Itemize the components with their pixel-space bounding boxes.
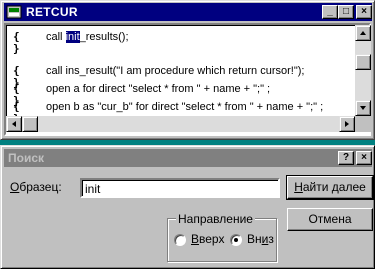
scrollbar-corner bbox=[355, 116, 371, 132]
editor-window: RETCUR _ □ × { } call init_results(); { … bbox=[0, 0, 375, 140]
minimize-icon: _ bbox=[327, 6, 333, 17]
dialog-title: Поиск bbox=[8, 151, 45, 165]
pattern-input[interactable]: init bbox=[80, 178, 280, 198]
help-button[interactable]: ? bbox=[338, 151, 354, 165]
maximize-icon: □ bbox=[342, 6, 350, 17]
scroll-down-button[interactable] bbox=[355, 100, 371, 116]
direction-up-option[interactable]: Вверх bbox=[174, 232, 230, 248]
editor-title: RETCUR bbox=[26, 5, 78, 19]
radio-down[interactable] bbox=[230, 234, 242, 246]
code-editor[interactable]: { } call init_results(); { } call ins_re… bbox=[4, 23, 371, 136]
app-icon bbox=[6, 5, 22, 19]
search-match-highlight: init bbox=[65, 31, 80, 43]
code-text: call bbox=[46, 31, 66, 43]
code-line[interactable]: { } open b as "cur_b" for direct "select… bbox=[7, 99, 355, 117]
direction-up-label: Вверх bbox=[191, 232, 225, 246]
maximize-button[interactable]: □ bbox=[338, 5, 354, 19]
direction-group-title: Направление bbox=[176, 212, 255, 226]
find-dialog: Поиск ? × Образец: init Найти далее Отме… bbox=[0, 145, 375, 269]
arrow-left-icon bbox=[12, 121, 16, 127]
scroll-up-button[interactable] bbox=[355, 25, 371, 41]
vertical-scroll-thumb[interactable] bbox=[355, 54, 371, 70]
help-icon: ? bbox=[342, 152, 350, 163]
block-marker-icon[interactable]: { } bbox=[13, 83, 29, 107]
code-text: open b as "cur_b" for direct "select * f… bbox=[46, 101, 324, 113]
cancel-button[interactable]: Отмена bbox=[287, 208, 373, 231]
close-icon: × bbox=[361, 6, 367, 17]
horizontal-scrollbar[interactable] bbox=[6, 116, 355, 132]
block-marker-icon[interactable]: { } bbox=[13, 101, 29, 117]
code-text: open a for direct "select * from " + nam… bbox=[46, 83, 271, 95]
block-marker-icon[interactable]: { } bbox=[13, 65, 29, 89]
arrow-down-icon bbox=[360, 106, 366, 110]
find-next-button[interactable]: Найти далее bbox=[286, 175, 374, 200]
scroll-right-button[interactable] bbox=[339, 116, 355, 132]
arrow-right-icon bbox=[345, 121, 349, 127]
code-area[interactable]: { } call init_results(); { } call ins_re… bbox=[6, 25, 355, 116]
dialog-title-bar[interactable]: Поиск ? × bbox=[4, 149, 372, 167]
code-line[interactable]: { } call ins_result("I am procedure whic… bbox=[7, 63, 355, 89]
direction-down-option[interactable]: Вниз bbox=[230, 232, 274, 248]
close-icon: × bbox=[361, 152, 367, 163]
horizontal-scroll-thumb[interactable] bbox=[22, 116, 38, 132]
editor-title-bar[interactable]: RETCUR _ □ × bbox=[4, 3, 372, 21]
pattern-label: Образец: bbox=[10, 180, 62, 194]
code-text: call ins_result("I am procedure which re… bbox=[46, 65, 305, 77]
close-button[interactable]: × bbox=[356, 5, 372, 19]
arrow-up-icon bbox=[360, 31, 366, 35]
radio-up[interactable] bbox=[174, 234, 186, 246]
vertical-scrollbar[interactable] bbox=[355, 25, 371, 116]
radio-selected-dot-icon bbox=[234, 238, 238, 242]
code-line[interactable] bbox=[7, 46, 355, 62]
minimize-button[interactable]: _ bbox=[322, 5, 338, 19]
code-line[interactable]: { } open a for direct "select * from " +… bbox=[7, 81, 355, 107]
dialog-close-button[interactable]: × bbox=[356, 151, 372, 165]
code-line[interactable]: { } call init_results(); bbox=[7, 29, 355, 55]
direction-down-label: Вниз bbox=[247, 232, 274, 246]
scroll-left-button[interactable] bbox=[6, 116, 22, 132]
code-text: _results(); bbox=[79, 31, 129, 43]
block-marker-icon[interactable]: { } bbox=[13, 31, 29, 55]
